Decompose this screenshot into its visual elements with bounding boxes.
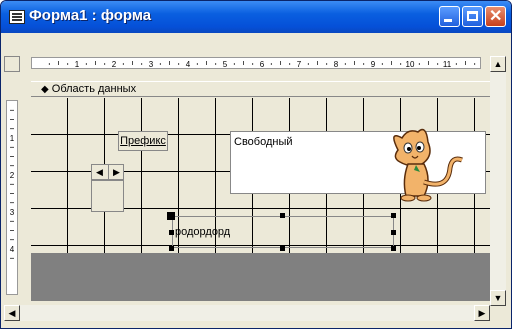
vruler-mark: 2 xyxy=(10,171,15,180)
close-icon: ✕ xyxy=(489,8,503,25)
spin-right-icon[interactable]: ▶ xyxy=(108,165,124,179)
ruler-mark: 8 xyxy=(334,60,339,68)
section-header[interactable]: ◆ Область данных xyxy=(31,81,501,97)
resize-handle[interactable] xyxy=(280,246,285,251)
resize-handle[interactable] xyxy=(280,213,285,218)
prefix-label[interactable]: Префикс xyxy=(118,131,168,151)
resize-handle[interactable] xyxy=(391,246,396,251)
vertical-ruler[interactable]: 1 2 3 4 xyxy=(6,100,18,295)
scroll-right-icon[interactable]: ▶ xyxy=(474,305,490,321)
minimize-icon xyxy=(444,19,452,22)
ruler-mark: 3 xyxy=(149,60,154,68)
horizontal-ruler[interactable]: 1 2 3 4 5 6 7 8 9 10 11 xyxy=(31,57,481,69)
form-icon[interactable] xyxy=(9,10,25,24)
combo-value: родордорд xyxy=(175,226,231,238)
scroll-down-icon[interactable]: ▼ xyxy=(490,290,506,306)
scroll-up-icon[interactable]: ▲ xyxy=(490,56,506,72)
ruler-mark: 10 xyxy=(406,60,415,68)
resize-handle[interactable] xyxy=(169,246,174,251)
ruler-mark: 2 xyxy=(112,60,117,68)
close-button[interactable]: ✕ xyxy=(485,6,506,27)
ruler-mark: 9 xyxy=(371,60,376,68)
spin-left-icon[interactable]: ◀ xyxy=(92,165,107,179)
vruler-mark: 3 xyxy=(10,208,15,217)
vruler-mark: 4 xyxy=(10,245,15,254)
scroll-left-icon[interactable]: ◀ xyxy=(4,305,20,321)
section-label: Область данных xyxy=(51,83,137,95)
title-bar[interactable]: Форма1 : форма ✕ xyxy=(1,1,511,33)
resize-handle[interactable] xyxy=(169,230,174,235)
ruler-mark: 6 xyxy=(260,60,265,68)
minimize-button[interactable] xyxy=(439,6,460,27)
maximize-icon xyxy=(467,11,478,21)
ruler-mark: 1 xyxy=(75,60,80,68)
spinner-control[interactable]: ◀ ▶ xyxy=(91,164,124,180)
window-title: Форма1 : форма xyxy=(29,7,152,24)
vruler-mark: 1 xyxy=(10,134,15,143)
ruler-mark: 11 xyxy=(443,60,452,68)
combo-box[interactable]: родордорд xyxy=(172,216,394,248)
vruler-ticks: 1 2 3 4 xyxy=(10,109,15,259)
empty-area xyxy=(31,253,501,301)
cat-image[interactable] xyxy=(378,120,468,202)
ruler-mark: 4 xyxy=(186,60,191,68)
left-margin xyxy=(19,98,31,301)
ruler-ticks: 1 2 3 4 5 6 7 8 9 10 11 xyxy=(48,60,476,68)
spin-box[interactable] xyxy=(91,180,124,212)
maximize-button[interactable] xyxy=(462,6,483,27)
section-arrow-icon: ◆ xyxy=(41,84,49,95)
horizontal-scrollbar[interactable]: ◀ ▶ xyxy=(4,305,490,321)
resize-handle[interactable] xyxy=(391,230,396,235)
vertical-scrollbar[interactable]: ▲ ▼ xyxy=(490,56,506,306)
resize-handle[interactable] xyxy=(391,213,396,218)
section-selector[interactable] xyxy=(4,80,31,98)
ruler-mark: 5 xyxy=(223,60,228,68)
move-handle[interactable] xyxy=(167,212,175,220)
ruler-corner[interactable] xyxy=(4,56,20,72)
ruler-mark: 7 xyxy=(297,60,302,68)
free-textbox-value: Свободный xyxy=(234,136,293,148)
